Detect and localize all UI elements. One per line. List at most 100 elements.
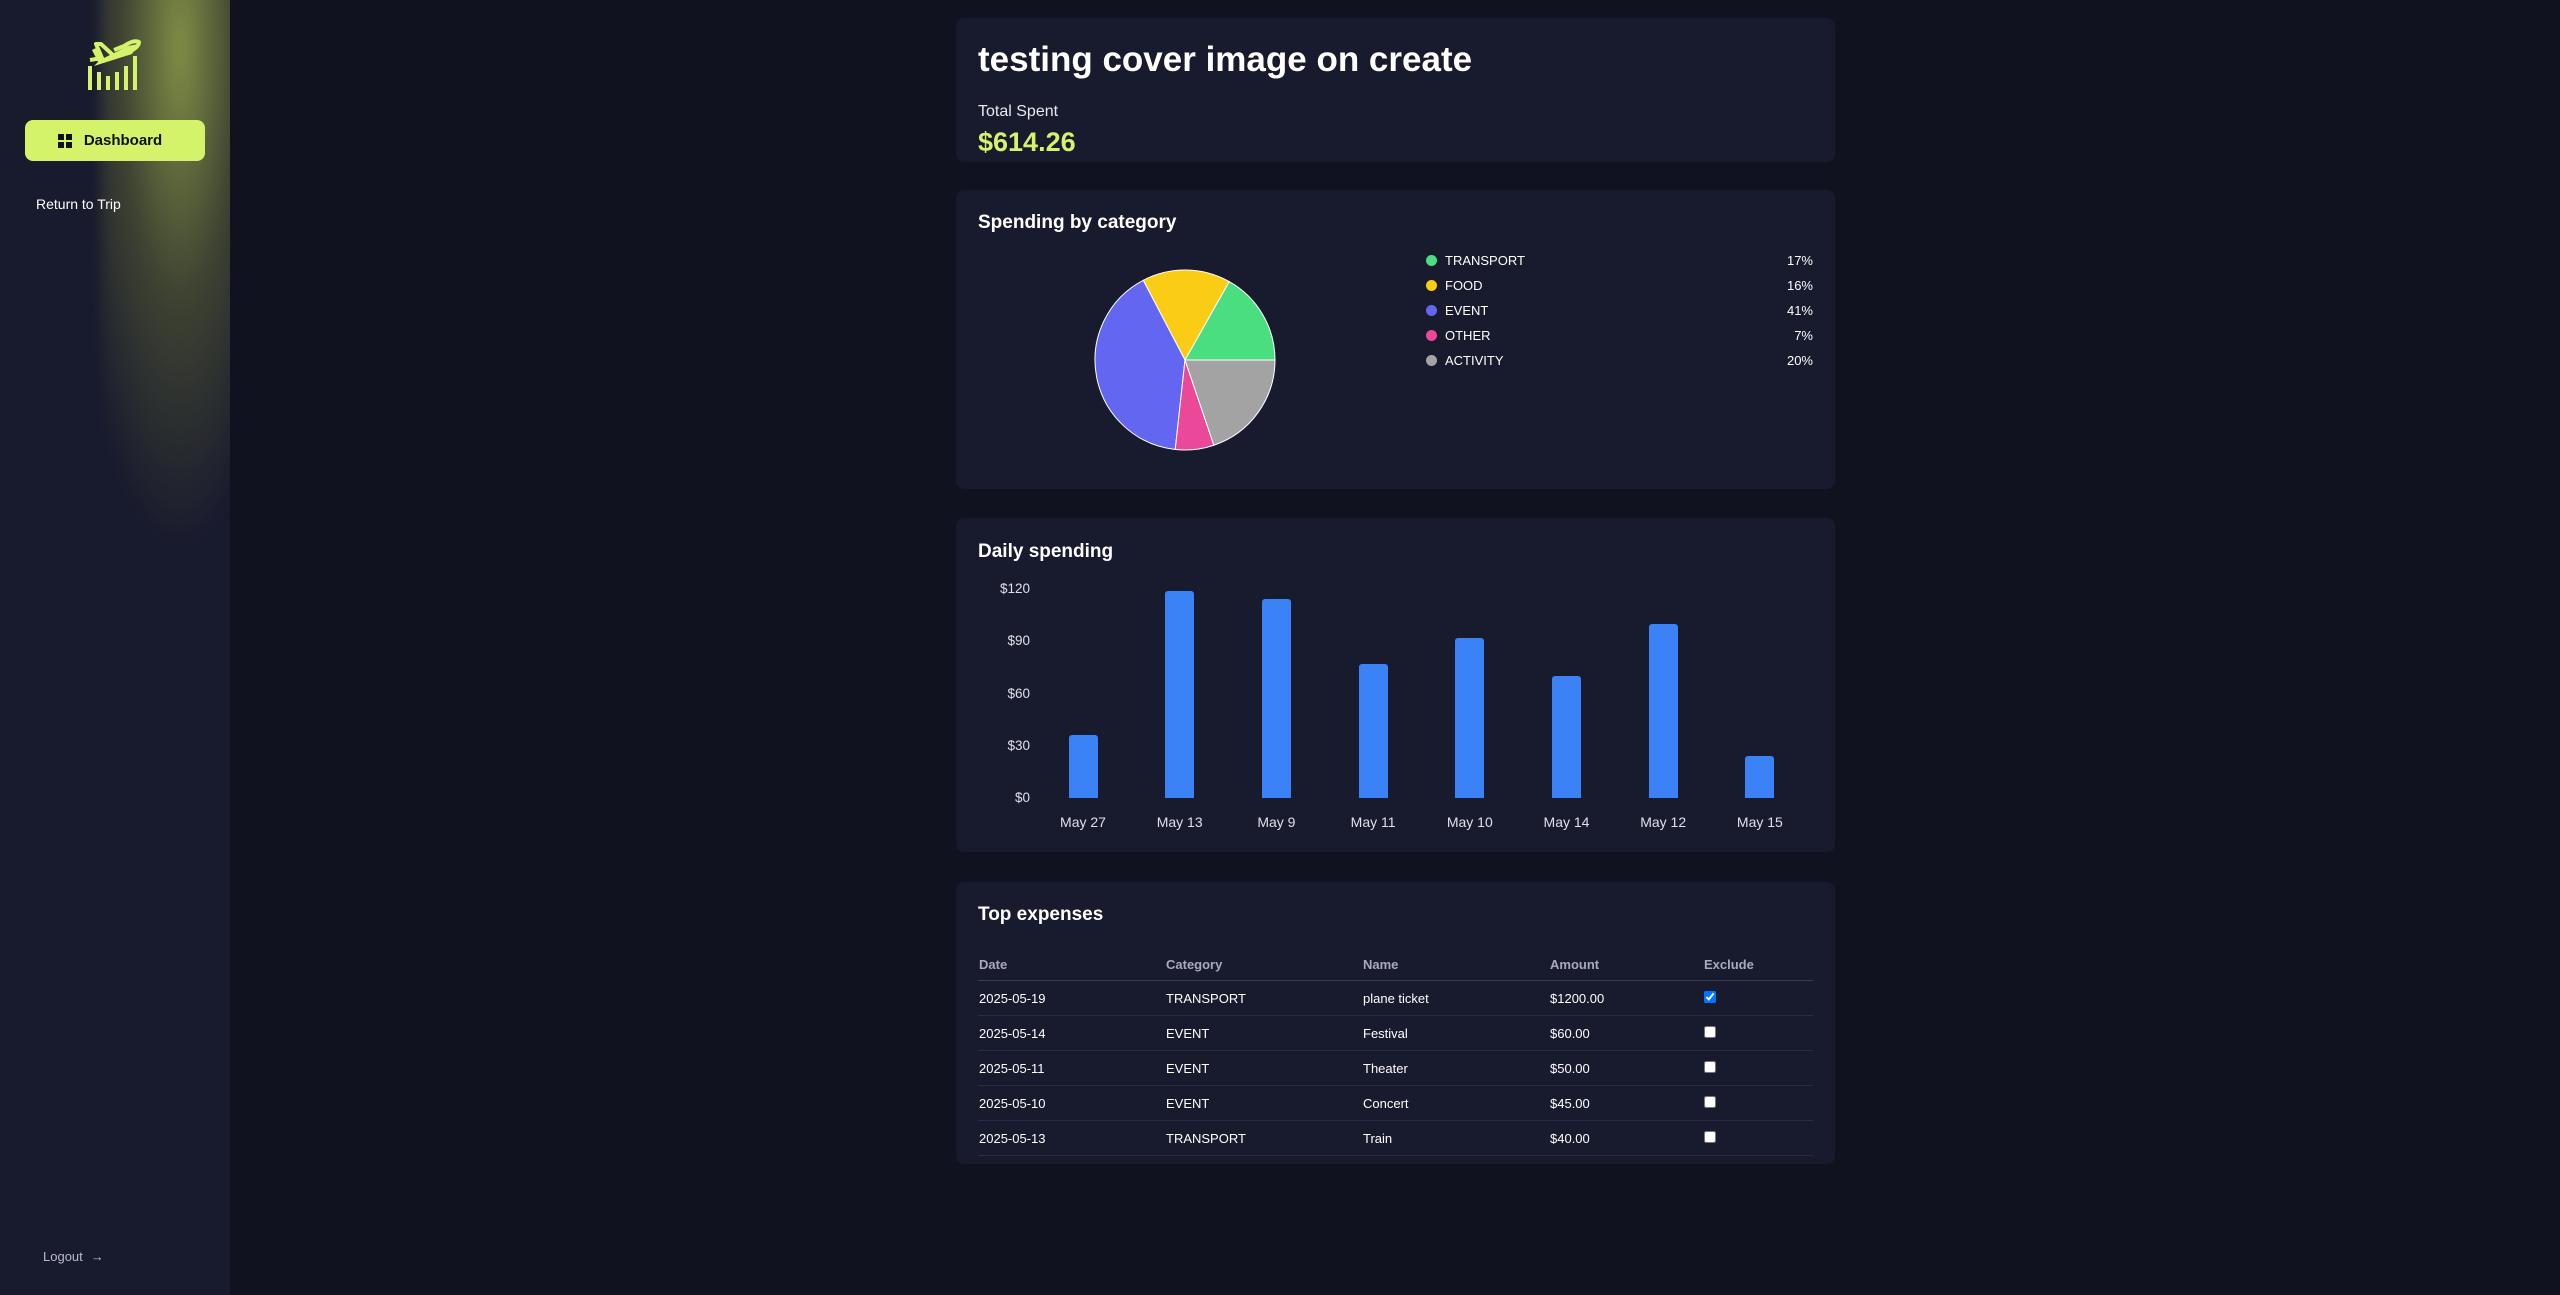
daily-bar-chart: $0 $30 $60 $90 $120 May 27 May 13 May 9 May 11 Ma…: [956, 518, 1835, 852]
logout-button[interactable]: Logout →: [43, 1249, 104, 1264]
airplane-chart-logo-icon[interactable]: [84, 36, 144, 92]
cell-category: TRANSPORT: [1165, 980, 1362, 1016]
exclude-checkbox[interactable]: [1704, 1025, 1716, 1038]
cell-amount: $60.00: [1549, 1015, 1703, 1051]
table-row: 2025-05-10 EVENT Concert $45.00: [978, 1085, 1813, 1121]
daily-spending-card: Daily spending $0 $30 $60 $90 $120 May 27 May …: [956, 518, 1835, 852]
x-axis-tick-label: May 14: [1543, 814, 1590, 830]
exclude-checkbox[interactable]: [1704, 1130, 1716, 1143]
y-axis-tick-label: $120: [999, 581, 1030, 596]
table-row: 2025-05-14 EVENT Festival $60.00: [978, 1015, 1813, 1051]
y-axis-tick-label: $90: [1007, 633, 1030, 649]
y-axis-tick-label: $30: [1007, 737, 1030, 753]
top-expenses-title: Top expenses: [978, 904, 1104, 925]
cell-date: 2025-05-13: [978, 1120, 1165, 1156]
cell-exclude: [1703, 980, 1813, 1016]
cell-name: Concert: [1362, 1085, 1549, 1121]
sidebar-item-dashboard-label: Dashboard: [83, 132, 163, 149]
table-row: 2025-05-11 EVENT Theater $50.00: [978, 1050, 1813, 1086]
logout-label: Logout: [43, 1249, 83, 1264]
arrow-right-icon: →: [90, 1249, 104, 1264]
legend-percent: 41%: [1786, 303, 1813, 318]
column-header-category: Category: [1165, 948, 1362, 981]
cell-name: Train: [1362, 1120, 1549, 1156]
top-expenses-card: Top expenses Date Category Name Amount E…: [956, 882, 1835, 1164]
dashboard-grid-icon: [57, 133, 72, 148]
legend-item: OTHER 7%: [1423, 323, 1813, 348]
exclude-checkbox[interactable]: [1704, 1060, 1716, 1073]
total-spent-value: $614.26: [978, 127, 1076, 157]
cell-amount: $1200.00: [1549, 980, 1703, 1016]
cell-name: plane ticket: [1362, 980, 1549, 1016]
table-header-row: Date Category Name Amount Exclude: [978, 948, 1813, 981]
legend-swatch: [1426, 355, 1437, 366]
x-axis-tick-label: May 13: [1156, 814, 1203, 830]
return-to-trip-link[interactable]: Return to Trip: [36, 196, 121, 212]
x-axis-tick-label: May 15: [1736, 814, 1783, 830]
category-chart-title: Spending by category: [978, 212, 1177, 233]
column-header-exclude: Exclude: [1703, 948, 1813, 981]
cell-category: EVENT: [1165, 1015, 1362, 1051]
x-axis-tick-label: May 9: [1257, 814, 1296, 830]
daily-bar: [1745, 756, 1775, 798]
daily-bar: [1552, 676, 1581, 798]
cell-category: TRANSPORT: [1165, 1120, 1362, 1156]
legend-swatch: [1426, 255, 1437, 266]
exclude-checkbox[interactable]: [1704, 990, 1716, 1003]
legend-item: FOOD 16%: [1423, 273, 1813, 298]
table-row: 2025-05-19 TRANSPORT plane ticket $1200.00: [978, 980, 1813, 1016]
cell-date: 2025-05-14: [978, 1015, 1165, 1051]
cell-name: Festival: [1362, 1015, 1549, 1051]
page-title: testing cover image on create: [978, 40, 1473, 79]
legend-percent: 7%: [1794, 328, 1813, 343]
category-pie-chart: [1094, 269, 1276, 451]
legend-item: TRANSPORT 17%: [1423, 248, 1813, 273]
daily-bar: [1358, 663, 1388, 798]
legend-item: EVENT 41%: [1423, 298, 1813, 323]
cell-exclude: [1703, 1085, 1813, 1121]
category-legend: TRANSPORT 17% FOOD 16% EVENT 41% OTHER 7% ACTIVI…: [1423, 248, 1813, 373]
cell-name: Theater: [1362, 1050, 1549, 1086]
legend-percent: 20%: [1786, 353, 1813, 368]
cell-date: 2025-05-11: [978, 1050, 1165, 1086]
trip-summary-card: testing cover image on create Total Spen…: [956, 18, 1835, 162]
cell-date: 2025-05-19: [978, 980, 1165, 1016]
spending-by-category-card: Spending by category TRANSPORT 17% FOOD 16%…: [956, 190, 1835, 489]
x-axis-tick-label: May 12: [1640, 814, 1687, 830]
table-row: 2025-05-13 TRANSPORT Train $40.00: [978, 1120, 1813, 1156]
legend-label: EVENT: [1445, 303, 1489, 318]
x-axis-tick-label: May 11: [1350, 814, 1396, 830]
cell-amount: $45.00: [1549, 1085, 1703, 1121]
legend-label: TRANSPORT: [1445, 253, 1525, 268]
column-header-name: Name: [1362, 948, 1549, 981]
total-spent-label: Total Spent: [978, 103, 1059, 120]
cell-category: EVENT: [1165, 1085, 1362, 1121]
cell-amount: $50.00: [1549, 1050, 1703, 1086]
daily-bar: [1455, 637, 1485, 798]
expenses-table: Date Category Name Amount Exclude 2025-0…: [978, 948, 1813, 1156]
legend-percent: 17%: [1786, 253, 1813, 268]
cell-exclude: [1703, 1050, 1813, 1086]
cell-category: EVENT: [1165, 1050, 1362, 1086]
column-header-amount: Amount: [1549, 948, 1703, 981]
legend-label: OTHER: [1445, 328, 1491, 343]
daily-bar: [1165, 590, 1195, 798]
daily-bar: [1261, 599, 1291, 798]
legend-percent: 16%: [1786, 278, 1813, 293]
x-axis-tick-label: May 27: [1060, 814, 1106, 830]
daily-bar: [1648, 623, 1678, 798]
legend-swatch: [1426, 330, 1437, 341]
legend-label: ACTIVITY: [1445, 353, 1504, 368]
daily-bar: [1068, 735, 1098, 798]
sidebar-item-dashboard[interactable]: Dashboard: [25, 120, 205, 161]
exclude-checkbox[interactable]: [1704, 1095, 1716, 1108]
legend-label: FOOD: [1445, 278, 1483, 293]
y-axis-tick-label: $60: [1007, 685, 1030, 701]
sidebar: Dashboard Return to Trip Logout →: [0, 0, 230, 1295]
legend-item: ACTIVITY 20%: [1423, 348, 1813, 373]
legend-swatch: [1426, 280, 1437, 291]
column-header-date: Date: [978, 948, 1165, 981]
cell-exclude: [1703, 1015, 1813, 1051]
y-axis-tick-label: $0: [1014, 790, 1030, 805]
cell-date: 2025-05-10: [978, 1085, 1165, 1121]
